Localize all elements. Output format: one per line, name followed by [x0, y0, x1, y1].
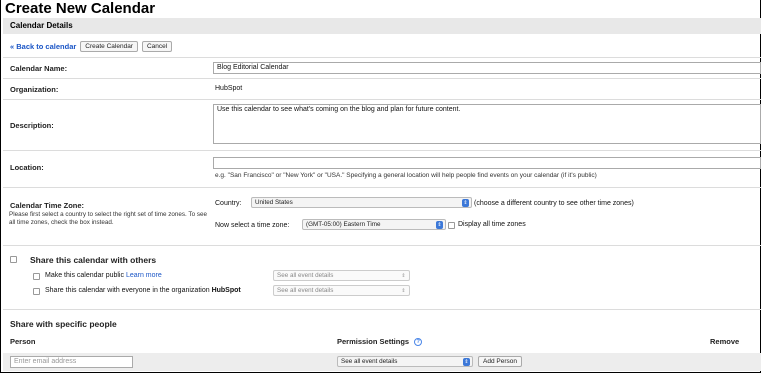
share-org-label: Share this calendar with everyone in the…	[45, 287, 210, 294]
calendar-name-input[interactable]: Blog Editorial Calendar	[213, 62, 761, 74]
time-zone-help: Please first select a country to select …	[9, 211, 207, 226]
divider	[3, 245, 761, 246]
add-person-button[interactable]: Add Person	[478, 356, 522, 367]
remove-column-header: Remove	[710, 337, 740, 346]
person-column-header: Person	[10, 337, 36, 346]
divider	[3, 99, 761, 100]
learn-more-link[interactable]: Learn more	[126, 272, 162, 279]
location-label: Location:	[10, 163, 44, 172]
back-to-calendar-link[interactable]: « Back to calendar	[10, 42, 76, 51]
location-input[interactable]	[213, 157, 761, 169]
share-org-row: Share this calendar with everyone in the…	[45, 287, 241, 294]
cancel-button[interactable]: Cancel	[141, 41, 173, 52]
organization-value: HubSpot	[215, 85, 243, 92]
divider	[3, 150, 761, 151]
tab-bar: Calendar Details	[3, 18, 761, 34]
divider	[3, 57, 761, 58]
permission-column-label: Permission Settings	[337, 337, 410, 346]
time-zone-label: Calendar Time Zone:	[10, 201, 85, 210]
org-permission-select[interactable]: See all event details ⇕	[273, 285, 410, 296]
time-zone-select-label: Now select a time zone:	[215, 222, 290, 229]
calendar-name-label: Calendar Name:	[10, 64, 68, 73]
time-zone-select[interactable]: (GMT-05:00) Eastern Time ⇕	[302, 219, 446, 230]
person-permission-select[interactable]: See all event details ⇕	[337, 356, 473, 367]
select-arrows-icon: ⇕	[401, 273, 406, 279]
help-icon[interactable]: ?	[414, 338, 423, 347]
toolbar: « Back to calendar Create Calendar Cance…	[10, 41, 176, 52]
select-arrows-icon: ⇕	[436, 221, 443, 229]
make-public-row: Make this calendar public Learn more	[45, 272, 162, 279]
person-permission-value: See all event details	[341, 358, 398, 365]
make-public-checkbox[interactable]	[33, 273, 40, 280]
country-select-value: United States	[255, 199, 293, 206]
divider	[3, 78, 761, 79]
permission-column-header: Permission Settings ?	[337, 337, 423, 347]
public-permission-value: See all event details	[277, 272, 334, 279]
display-all-time-zones-checkbox[interactable]	[448, 222, 455, 229]
share-specific-title: Share with specific people	[10, 319, 117, 329]
divider	[3, 187, 761, 188]
divider	[3, 309, 761, 310]
page-title: Create New Calendar	[5, 0, 156, 17]
select-arrows-icon: ⇕	[401, 288, 406, 294]
description-textarea[interactable]: Use this calendar to see what's coming o…	[213, 104, 761, 144]
country-label: Country:	[215, 200, 242, 207]
select-arrows-icon: ⇕	[463, 358, 470, 366]
organization-label: Organization:	[10, 85, 59, 94]
display-all-time-zones-label: Display all time zones	[458, 221, 526, 228]
select-arrows-icon: ⇕	[462, 199, 469, 207]
share-with-others-title: Share this calendar with others	[30, 255, 157, 265]
description-label: Description:	[10, 121, 54, 130]
share-org-checkbox[interactable]	[33, 288, 40, 295]
share-with-others-checkbox[interactable]	[10, 256, 17, 263]
country-select[interactable]: United States ⇕	[251, 197, 472, 208]
email-address-input[interactable]: Enter email address	[10, 356, 133, 368]
org-permission-value: See all event details	[277, 287, 334, 294]
make-public-label: Make this calendar public	[45, 272, 124, 279]
public-permission-select[interactable]: See all event details ⇕	[273, 270, 410, 281]
create-calendar-button[interactable]: Create Calendar	[80, 41, 138, 52]
tab-calendar-details[interactable]: Calendar Details	[5, 19, 78, 34]
share-org-name: HubSpot	[211, 287, 241, 294]
country-note: (choose a different country to see other…	[474, 200, 634, 207]
location-hint: e.g. "San Francisco" or "New York" or "U…	[215, 172, 597, 179]
time-zone-select-value: (GMT-05:00) Eastern Time	[306, 221, 381, 228]
